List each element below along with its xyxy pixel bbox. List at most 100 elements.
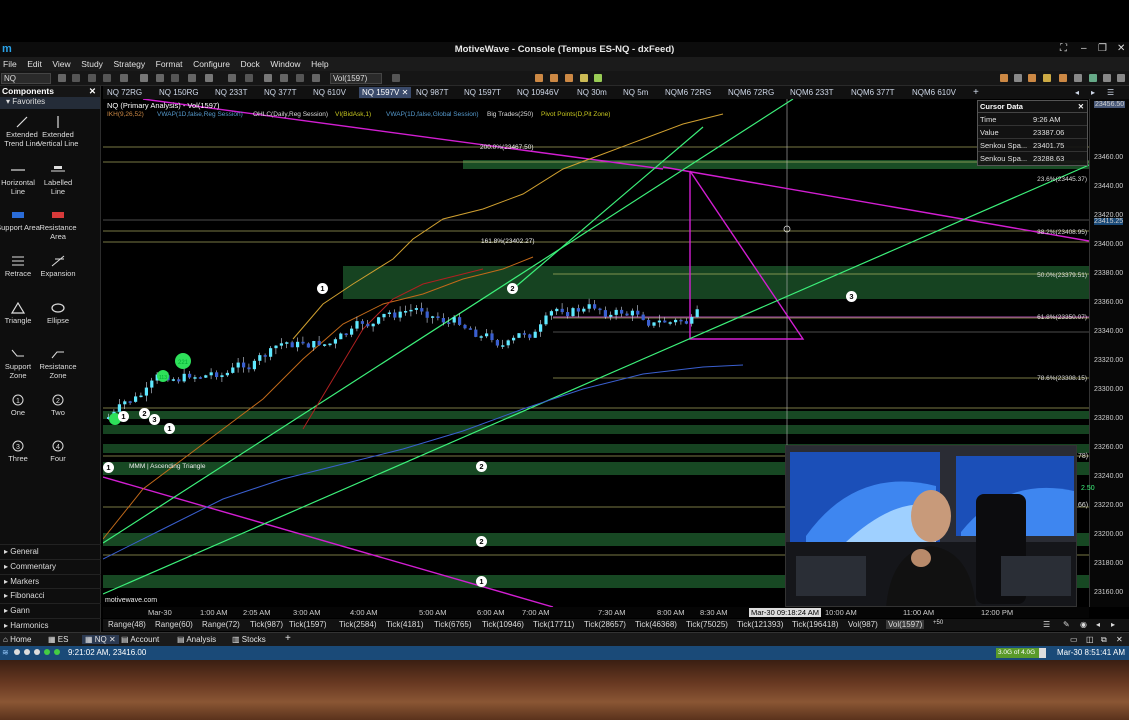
tool-triangle[interactable]: Triangle [0, 302, 40, 325]
study-ohlc[interactable]: OHLC(Daily,Reg Session) [253, 111, 328, 118]
draw-icon[interactable] [312, 74, 320, 82]
wave-label[interactable]: 1 [317, 283, 328, 294]
tab-nq-30m[interactable]: NQ 30m [577, 87, 607, 98]
more-bar-types[interactable]: +50 [933, 620, 943, 626]
eye-icon[interactable]: ◉ [1080, 620, 1087, 629]
tool-labelled-line[interactable]: Labelled Line [36, 164, 80, 196]
price-axis[interactable]: 23456.50 23460.00 23440.00 23420.00 2341… [1089, 99, 1129, 607]
menu-strategy[interactable]: Strategy [113, 57, 145, 71]
category-gann[interactable]: ▸ Gann [0, 603, 101, 617]
tab-nq-5m[interactable]: NQ 5m [623, 87, 648, 98]
close-icon[interactable]: ✕ [1078, 102, 1084, 111]
tab-nq-987t[interactable]: NQ 987T [416, 87, 448, 98]
bars-icon[interactable] [245, 74, 253, 82]
lock-icon[interactable] [1043, 74, 1051, 82]
study-ikh[interactable]: IKH(9,26,52) [107, 111, 144, 118]
category-general[interactable]: ▸ General [0, 544, 101, 558]
gear-icon[interactable] [1117, 74, 1125, 82]
replay-icon[interactable] [594, 74, 602, 82]
tab-nq-10946v[interactable]: NQ 10946V [517, 87, 559, 98]
tool-one[interactable]: 1 One [0, 394, 40, 417]
category-markers[interactable]: ▸ Markers [0, 574, 101, 588]
tool-support-zone[interactable]: Support Zone [0, 348, 40, 380]
crosshair-icon[interactable] [264, 74, 272, 82]
study-vwap-global[interactable]: VWAP(1D,false,Global Session) [386, 111, 479, 118]
study-pivot-points[interactable]: Pivot Points(D,Pit Zone) [541, 111, 610, 118]
wave-label[interactable]: 2 [476, 461, 487, 472]
search-icon[interactable] [58, 74, 66, 82]
bar-type-option[interactable]: Tick(46368) [635, 620, 677, 629]
symbol-selector[interactable]: NQ [1, 73, 51, 84]
tab-nq[interactable]: ▦ NQ ✕ [82, 635, 119, 644]
close-panel-icon[interactable]: ✕ [89, 86, 96, 97]
bar-type-option[interactable]: Tick(28657) [584, 620, 626, 629]
tool-four[interactable]: 4 Four [36, 440, 80, 463]
tool-retrace[interactable]: Retrace [0, 255, 40, 278]
x-icon[interactable] [1074, 74, 1082, 82]
bar-type-option-active[interactable]: Vol(1597) [886, 620, 925, 629]
tab-nq-1597v[interactable]: NQ 1597V ✕ [359, 87, 412, 98]
tab-nq-150rg[interactable]: NQ 150RG [159, 87, 199, 98]
menu-configure[interactable]: Configure [193, 57, 230, 71]
alarm-icon[interactable] [1059, 74, 1067, 82]
wave-label[interactable]: 3 [846, 291, 857, 302]
tool-ellipse[interactable]: Ellipse [36, 302, 80, 325]
print-icon[interactable] [188, 74, 196, 82]
favorites-header[interactable]: ▾ Favorites [0, 97, 100, 109]
dom-icon[interactable] [535, 74, 543, 82]
menu-edit[interactable]: Edit [27, 57, 42, 71]
save-icon[interactable] [103, 74, 111, 82]
bar-type-option[interactable]: Tick(2584) [339, 620, 377, 629]
tab-nqm6-610v[interactable]: NQM6 610V [912, 87, 956, 98]
study-big-trades[interactable]: Big Trades(250) [487, 111, 533, 118]
tree-icon[interactable] [296, 74, 304, 82]
tab-nq-233t[interactable]: NQ 233T [215, 87, 247, 98]
bar-type-option[interactable]: Tick(6765) [434, 620, 472, 629]
refresh-icon[interactable] [1089, 74, 1097, 82]
menu-window[interactable]: Window [270, 57, 300, 71]
tab-nqm6-72rg-2[interactable]: NQM6 72RG [728, 87, 774, 98]
camera-icon[interactable] [140, 74, 148, 82]
tab-nqm6-72rg[interactable]: NQM6 72RG [665, 87, 711, 98]
grid-icon[interactable] [280, 74, 288, 82]
link-chain-icon[interactable] [1103, 74, 1111, 82]
tab-account[interactable]: ▤ Account [121, 635, 159, 644]
bar-type-option[interactable]: Range(48) [108, 620, 146, 629]
bar-type-option[interactable]: Range(72) [202, 620, 240, 629]
tab-menu-icon[interactable]: ☰ [1107, 87, 1114, 98]
restore-icon[interactable]: ❐ [1098, 43, 1107, 54]
alert-icon[interactable] [580, 74, 588, 82]
bar-type-option[interactable]: Tick(987) [250, 620, 283, 629]
tool-three[interactable]: 3 Three [0, 440, 40, 463]
tab-nq-610v[interactable]: NQ 610V [313, 87, 346, 98]
bar-type-option[interactable]: Tick(10946) [482, 620, 524, 629]
scroll-right-icon[interactable]: ▸ [1111, 620, 1115, 629]
wave-label[interactable]: 3 [149, 414, 160, 425]
tool-two[interactable]: 2 Two [36, 394, 80, 417]
tab-right-arrow-icon[interactable]: ▸ [1091, 87, 1095, 98]
category-harmonics[interactable]: ▸ Harmonics [0, 618, 101, 632]
bartype-selector[interactable]: Vol(1597) [330, 73, 382, 84]
maximize-icon[interactable]: ◫ [1086, 635, 1094, 644]
wave-label[interactable]: 1 [118, 411, 129, 422]
close-icon[interactable]: ✕ [1116, 635, 1123, 644]
tab-nqm6-377t[interactable]: NQM6 377T [851, 87, 895, 98]
link-icon[interactable] [392, 74, 400, 82]
window-icon[interactable]: ▭ [1070, 635, 1078, 644]
menu-file[interactable]: File [3, 57, 17, 71]
tab-left-arrow-icon[interactable]: ◂ [1075, 87, 1079, 98]
wave-label[interactable]: 1 [164, 423, 175, 434]
bar-type-option[interactable]: Tick(17711) [533, 620, 574, 629]
tool-resistance-area[interactable]: Resistance Area [36, 209, 80, 241]
menu-format[interactable]: Format [156, 57, 183, 71]
menu-study[interactable]: Study [81, 57, 103, 71]
tab-nq-72rg[interactable]: NQ 72RG [107, 87, 142, 98]
tool-horizontal-line[interactable]: Horizontal Line [0, 164, 40, 196]
tab-nqm6-233t[interactable]: NQM6 233T [790, 87, 834, 98]
menu-view[interactable]: View [52, 57, 70, 71]
tile-icon[interactable]: ⧉ [1101, 635, 1107, 645]
list-icon[interactable]: ☰ [1043, 620, 1050, 629]
menu-dock[interactable]: Dock [240, 57, 259, 71]
layout-icon[interactable] [1014, 74, 1022, 82]
bar-type-option[interactable]: Tick(4181) [386, 620, 424, 629]
